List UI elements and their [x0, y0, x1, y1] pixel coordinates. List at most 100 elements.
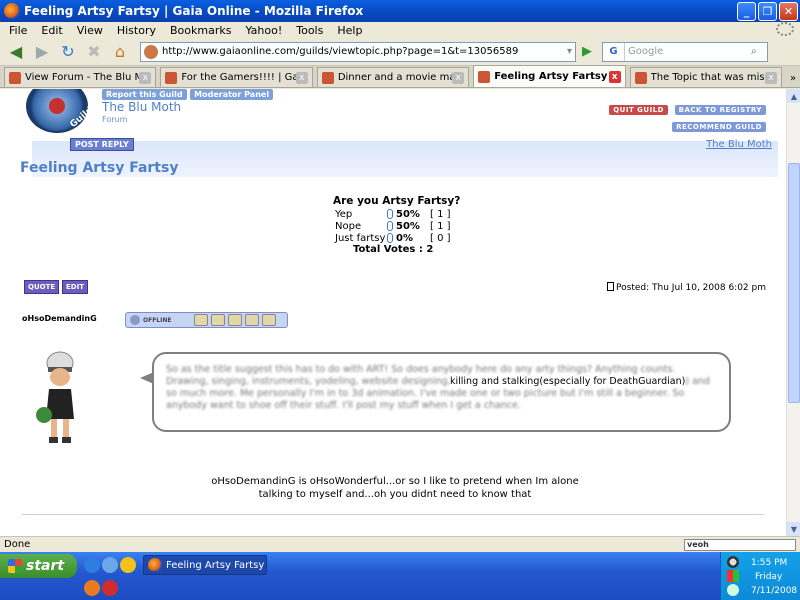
post-document-icon — [607, 282, 615, 291]
moderator-panel-link[interactable]: Moderator Panel — [190, 89, 274, 100]
ie-quicklaunch-icon[interactable] — [84, 557, 100, 573]
message-icon[interactable] — [228, 314, 242, 326]
post-body: So as the title suggest this has to do w… — [166, 364, 710, 411]
poll-percent: 0% — [396, 232, 413, 244]
gaia-favicon-icon — [321, 71, 334, 84]
taskbar-window-label: Feeling Artsy Fartsy |... — [166, 559, 266, 571]
start-label: start — [26, 558, 65, 574]
tab-feeling-artsy-fartsy[interactable]: Feeling Artsy Fartsy | G... x — [473, 65, 626, 87]
post-reply-button[interactable]: POST REPLY — [70, 138, 134, 151]
volume-tray-icon[interactable] — [727, 556, 739, 568]
dropdown-arrow-icon[interactable]: ▾ — [567, 46, 572, 57]
tab-close-icon[interactable]: x — [295, 71, 308, 84]
tab-scroll-right-icon[interactable]: » — [786, 69, 800, 87]
vertical-scrollbar[interactable]: ▲ ▼ — [786, 89, 800, 536]
friend-icon[interactable] — [262, 314, 276, 326]
google-icon[interactable]: G — [603, 42, 625, 61]
update-tray-icon[interactable] — [727, 584, 739, 596]
menu-bookmarks[interactable]: Bookmarks — [163, 24, 238, 37]
journal-icon[interactable] — [211, 314, 225, 326]
topic-title: Feeling Artsy Fartsy — [20, 160, 179, 176]
scroll-down-icon[interactable]: ▼ — [787, 522, 800, 536]
search-box[interactable]: G Google ⌕ — [602, 41, 768, 62]
tab-close-icon[interactable]: x — [452, 71, 465, 84]
trade-icon[interactable] — [245, 314, 259, 326]
tab-view-forum[interactable]: View Forum - The Blu Moth |... x — [4, 67, 157, 87]
guild-logo[interactable]: Guilds — [26, 89, 99, 133]
edit-button[interactable]: EDIT — [62, 280, 88, 294]
guild-admin-links: Report this Guild Moderator Panel — [102, 89, 274, 100]
firefox-icon — [148, 558, 162, 572]
quit-guild-button[interactable]: QUIT GUILD — [609, 105, 668, 115]
site-favicon — [144, 44, 158, 59]
reload-button[interactable]: ↻ — [56, 41, 80, 63]
guild-breadcrumb-link[interactable]: The Blu Moth — [706, 139, 772, 150]
menu-yahoo[interactable]: Yahoo! — [238, 24, 289, 37]
minimize-button[interactable]: _ — [737, 1, 756, 21]
tab-strip: View Forum - The Blu Moth |... x For the… — [0, 65, 800, 88]
poll-total: Total Votes : 2 — [353, 244, 434, 255]
post-body-bubble: So as the title suggest this has to do w… — [140, 352, 731, 432]
tab-close-icon[interactable]: x — [765, 71, 778, 84]
recommend-guild-button[interactable]: RECOMMEND GUILD — [672, 122, 766, 132]
scroll-up-icon[interactable]: ▲ — [787, 89, 800, 103]
veoh-widget[interactable]: veoh — [684, 538, 796, 551]
signature-line: oHsoDemandinG is oHsoWonderful...or so I… — [211, 476, 579, 487]
gaia-favicon-icon — [634, 71, 647, 84]
profile-icon[interactable] — [194, 314, 208, 326]
menu-file[interactable]: File — [2, 24, 34, 37]
clock-time[interactable]: 1:55 PM — [751, 558, 787, 568]
tab-close-icon[interactable]: x — [608, 70, 621, 83]
search-placeholder[interactable]: Google — [628, 46, 751, 57]
menu-history[interactable]: History — [110, 24, 163, 37]
poll-percent: 50% — [396, 208, 420, 220]
start-button[interactable]: start — [0, 554, 77, 578]
gaia-favicon-icon — [9, 71, 21, 84]
tab-label: Feeling Artsy Fartsy | G... — [494, 71, 608, 82]
maximize-button[interactable]: ❐ — [758, 1, 777, 21]
menu-tools[interactable]: Tools — [289, 24, 330, 37]
taskbar-firefox-window[interactable]: Feeling Artsy Fartsy |... — [143, 555, 267, 575]
back-to-registry-button[interactable]: BACK TO REGISTRY — [674, 105, 766, 115]
tab-dinner-and-a-movie[interactable]: Dinner and a movie mate?..... x — [316, 67, 470, 87]
firefox-quicklaunch-icon[interactable] — [84, 580, 100, 596]
tab-label: View Forum - The Blu Moth |... — [25, 72, 139, 83]
aim-quicklaunch-icon[interactable] — [102, 580, 118, 596]
poll-count: [ 0 ] — [430, 232, 451, 244]
system-tray: 1:55 PM Friday 7/11/2008 — [720, 552, 800, 600]
stop-button[interactable]: ✖ — [82, 41, 106, 63]
forward-button[interactable]: ▶ — [30, 41, 54, 63]
menu-view[interactable]: View — [70, 24, 110, 37]
guild-logo-text: Guilds — [68, 101, 100, 131]
post-username[interactable]: oHsoDemandinG — [22, 314, 97, 323]
messenger-quicklaunch-icon[interactable] — [120, 557, 136, 573]
url-text[interactable]: http://www.gaiaonline.com/guilds/viewtop… — [162, 46, 567, 57]
search-icon[interactable]: ⌕ — [751, 46, 767, 57]
url-bar[interactable]: http://www.gaiaonline.com/guilds/viewtop… — [140, 41, 576, 62]
report-guild-link[interactable]: Report this Guild — [102, 89, 187, 100]
menu-help[interactable]: Help — [330, 24, 369, 37]
guild-name[interactable]: The Blu Moth — [102, 100, 181, 114]
post-divider — [22, 514, 764, 515]
go-button[interactable]: ▶ — [578, 42, 596, 62]
network-tray-icon[interactable] — [727, 570, 739, 582]
quote-button[interactable]: QUOTE — [24, 280, 60, 294]
poll-bar — [387, 209, 393, 219]
user-avatar[interactable] — [32, 349, 88, 449]
tab-for-the-gamers[interactable]: For the Gamers!!!! | Gaia O... x — [160, 67, 313, 87]
menu-edit[interactable]: Edit — [34, 24, 69, 37]
close-button[interactable]: ✕ — [779, 1, 798, 21]
scroll-thumb[interactable] — [788, 163, 800, 403]
home-button[interactable]: ⌂ — [108, 41, 132, 63]
tab-close-icon[interactable]: x — [139, 71, 152, 84]
poll-option-label: Nope — [335, 220, 362, 232]
back-button[interactable]: ◀ — [4, 41, 28, 63]
firefox-icon — [4, 3, 20, 19]
post-signature: oHsoDemandinG is oHsoWonderful...or so I… — [200, 475, 590, 501]
online-status: OFFLINE — [143, 316, 172, 324]
poll-option-label: Yep — [335, 208, 353, 220]
tab-topic-missing[interactable]: The Topic that was missing.... x — [629, 67, 783, 87]
profile-toolbar: OFFLINE — [125, 312, 288, 328]
outlook-quicklaunch-icon[interactable] — [102, 557, 118, 573]
post-timestamp: Posted: Thu Jul 10, 2008 6:02 pm — [607, 282, 766, 293]
